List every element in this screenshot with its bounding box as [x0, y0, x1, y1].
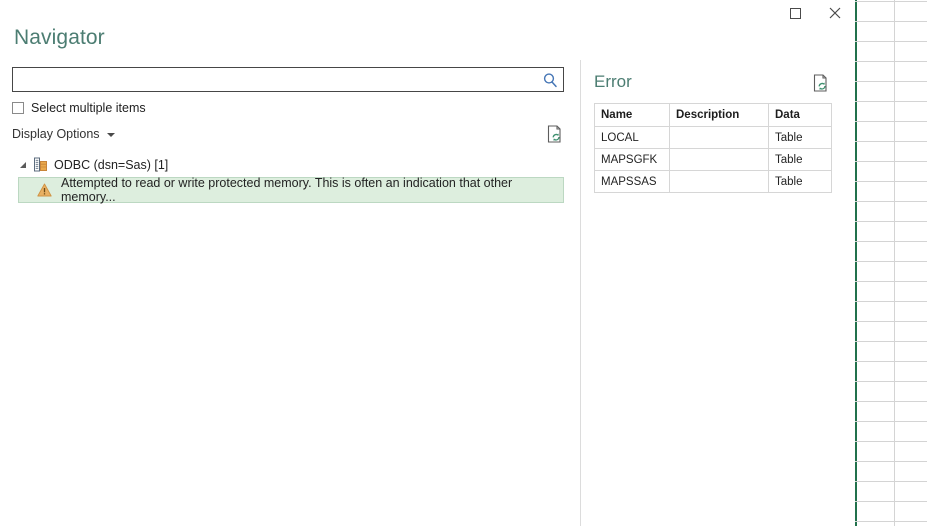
- select-multiple-items-row[interactable]: Select multiple items: [12, 101, 146, 115]
- database-icon: [33, 157, 48, 172]
- spreadsheet-grid-row: [855, 221, 927, 222]
- spreadsheet-grid-row: [855, 461, 927, 462]
- spreadsheet-backdrop: [855, 0, 927, 526]
- tree-error-banner: Attempted to read or write protected mem…: [18, 177, 564, 203]
- spreadsheet-grid-row: [855, 501, 927, 502]
- display-options-label: Display Options: [12, 127, 100, 141]
- spreadsheet-grid-row: [855, 321, 927, 322]
- spreadsheet-grid-row: [855, 141, 927, 142]
- warning-triangle-icon: [37, 183, 52, 197]
- table-cell: MAPSGFK: [595, 149, 670, 171]
- navigator-tree: ODBC (dsn=Sas) [1]: [12, 155, 564, 174]
- spreadsheet-grid-row: [855, 481, 927, 482]
- search-icon[interactable]: [541, 71, 559, 89]
- spreadsheet-grid-row: [855, 201, 927, 202]
- table-cell: Table: [769, 127, 832, 149]
- spreadsheet-grid-row: [855, 1, 927, 2]
- table-header-cell[interactable]: Data: [769, 104, 832, 127]
- expander-expanded-icon[interactable]: [18, 160, 27, 169]
- close-button[interactable]: [815, 0, 855, 26]
- table-row[interactable]: MAPSSAS Table: [595, 171, 832, 193]
- spreadsheet-grid-row: [855, 521, 927, 522]
- refresh-preview-button-right[interactable]: [813, 74, 829, 92]
- maximize-button[interactable]: [775, 0, 815, 26]
- spreadsheet-grid-row: [855, 401, 927, 402]
- spreadsheet-grid-row: [855, 341, 927, 342]
- refresh-preview-icon: [813, 74, 829, 92]
- navigator-dialog: Navigator Select multiple items Display …: [0, 0, 855, 526]
- tree-item-odbc[interactable]: ODBC (dsn=Sas) [1]: [12, 155, 564, 174]
- table-cell: LOCAL: [595, 127, 670, 149]
- table-header-cell[interactable]: Description: [670, 104, 769, 127]
- tree-item-odbc-label: ODBC (dsn=Sas) [1]: [54, 158, 168, 172]
- refresh-preview-button-left[interactable]: [547, 125, 563, 143]
- chevron-down-icon: [107, 133, 115, 137]
- table-cell: [670, 171, 769, 193]
- spreadsheet-grid-row: [855, 301, 927, 302]
- spreadsheet-grid-row: [855, 101, 927, 102]
- select-multiple-items-label: Select multiple items: [31, 101, 146, 115]
- spreadsheet-grid-row: [855, 81, 927, 82]
- spreadsheet-grid-row: [855, 381, 927, 382]
- spreadsheet-grid-row: [855, 121, 927, 122]
- close-icon: [829, 7, 841, 19]
- window-controls: [775, 0, 855, 26]
- spreadsheet-grid-row: [855, 281, 927, 282]
- refresh-preview-icon: [547, 125, 563, 143]
- spreadsheet-grid-row: [855, 21, 927, 22]
- spreadsheet-grid-row: [855, 241, 927, 242]
- table-cell: [670, 127, 769, 149]
- spreadsheet-grid-row: [855, 421, 927, 422]
- table-cell: Table: [769, 171, 832, 193]
- panel-splitter[interactable]: [580, 60, 581, 526]
- page-title: Navigator: [14, 24, 105, 52]
- display-options-dropdown[interactable]: Display Options: [12, 127, 115, 141]
- search-input[interactable]: [13, 68, 538, 91]
- table-cell: [670, 149, 769, 171]
- maximize-icon: [790, 8, 801, 19]
- spreadsheet-grid-row: [855, 261, 927, 262]
- spreadsheet-grid-row: [855, 361, 927, 362]
- spreadsheet-grid-row: [855, 441, 927, 442]
- spreadsheet-grid-row: [855, 41, 927, 42]
- spreadsheet-grid-row: [855, 181, 927, 182]
- table-body: LOCAL Table MAPSGFK Table MAPSSAS Table: [595, 127, 832, 193]
- tree-error-banner-text: Attempted to read or write protected mem…: [61, 176, 563, 204]
- spreadsheet-grid-row: [855, 61, 927, 62]
- table-row[interactable]: LOCAL Table: [595, 127, 832, 149]
- spreadsheet-active-edge: [855, 0, 857, 526]
- table-header-row: NameDescriptionData: [595, 104, 832, 127]
- spreadsheet-grid-row: [855, 161, 927, 162]
- spreadsheet-column-divider: [894, 0, 895, 526]
- select-multiple-items-checkbox[interactable]: [12, 102, 24, 114]
- table-header-cell[interactable]: Name: [595, 104, 670, 127]
- table-row[interactable]: MAPSGFK Table: [595, 149, 832, 171]
- preview-title: Error: [594, 70, 632, 94]
- preview-table: NameDescriptionData LOCAL Table MAPSGFK Tab…: [594, 103, 832, 193]
- table-cell: Table: [769, 149, 832, 171]
- table-cell: MAPSSAS: [595, 171, 670, 193]
- search-box[interactable]: [12, 67, 564, 92]
